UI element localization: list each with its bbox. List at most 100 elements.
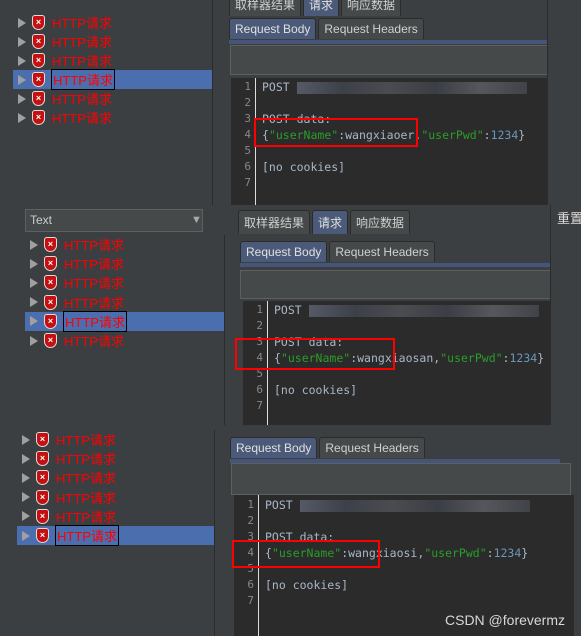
method: POST	[274, 303, 302, 317]
tab-request-headers[interactable]: Request Headers	[329, 241, 435, 262]
json-key: "userPwd"	[440, 351, 503, 365]
expand-arrow-icon[interactable]	[22, 453, 30, 464]
code-line: POST	[265, 498, 530, 512]
tree-item[interactable]: × HTTP请求	[13, 69, 212, 90]
tab-request-headers[interactable]: Request Headers	[318, 18, 424, 39]
tree-item-label: HTTP请求	[56, 433, 116, 448]
tree-item-label: HTTP请求	[56, 509, 116, 525]
line-number: 1	[256, 303, 263, 316]
expand-arrow-icon[interactable]	[22, 434, 30, 445]
tab-request-body[interactable]: Request Body	[240, 241, 328, 262]
tree-item-label: HTTP请求	[56, 452, 116, 468]
method: POST	[265, 498, 293, 512]
screenshot-1: × HTTP请求 × HTTP请求 × HTTP请求 × HTTP请求 × HTTP请求 × HTTP…	[0, 0, 581, 205]
tab-sampler-result[interactable]: 取样器结果	[229, 0, 302, 16]
side-panel: 重置	[550, 205, 581, 425]
expand-arrow-icon[interactable]	[30, 316, 38, 327]
tab-request[interactable]: 请求	[303, 0, 340, 16]
expand-arrow-icon[interactable]	[22, 492, 30, 503]
tree-item-label: HTTP请求	[52, 35, 112, 50]
expand-arrow-icon[interactable]	[30, 239, 38, 250]
tree-item[interactable]: × HTTP请求	[13, 108, 212, 127]
tree-item[interactable]: × HTTP请求	[17, 449, 214, 468]
tab-underline	[240, 263, 570, 267]
tree-item[interactable]: × HTTP请求	[25, 310, 224, 332]
tree-item[interactable]: × HTTP请求	[17, 507, 214, 526]
tree-item[interactable]: × HTTP请求	[17, 430, 214, 449]
tab-request-body[interactable]: Request Body	[229, 18, 317, 39]
expand-arrow-icon[interactable]	[30, 297, 38, 308]
tree-item[interactable]: × HTTP请求	[13, 13, 212, 32]
shield-error-icon: ×	[44, 256, 57, 272]
shield-error-icon: ×	[36, 508, 49, 524]
shield-error-icon: ×	[36, 489, 49, 505]
tab-response-data[interactable]: 响应数据	[350, 210, 411, 234]
expand-arrow-icon[interactable]	[30, 258, 38, 269]
request-subtabs: Request Body Request Headers	[230, 437, 425, 458]
expand-arrow-icon[interactable]	[22, 530, 30, 541]
shield-error-icon: ×	[44, 275, 57, 291]
tree-item[interactable]: × HTTP请求	[25, 331, 224, 350]
tab-request-headers[interactable]: Request Headers	[319, 437, 425, 458]
shield-error-icon: ×	[32, 34, 45, 49]
password-value: 1234	[490, 128, 519, 142]
tree-item[interactable]: × HTTP请求	[17, 468, 214, 487]
tree-item-label: HTTP请求	[52, 92, 112, 107]
tab-underline	[229, 40, 559, 44]
expand-arrow-icon[interactable]	[30, 335, 38, 346]
tab-sampler-result[interactable]: 取样器结果	[238, 210, 311, 234]
result-tabs: 取样器结果 请求 响应数据	[238, 210, 411, 234]
tree-item[interactable]: × HTTP请求	[25, 254, 224, 273]
line-number: 1	[247, 498, 254, 511]
renderer-select[interactable]: Text	[25, 209, 203, 232]
line-number: 6	[256, 383, 263, 396]
expand-arrow-icon[interactable]	[18, 17, 26, 28]
highlight-box	[235, 338, 395, 370]
tree-item[interactable]: × HTTP请求	[13, 32, 212, 51]
shield-error-icon: ×	[32, 110, 45, 125]
shield-error-icon: ×	[36, 528, 49, 543]
highlight-box	[254, 118, 418, 147]
expand-arrow-icon[interactable]	[18, 112, 26, 123]
dropdown-arrow-icon[interactable]: ▼	[191, 214, 202, 226]
expand-arrow-icon[interactable]	[18, 93, 26, 104]
code-line: [no cookies]	[262, 160, 345, 174]
results-tree: × HTTP请求 × HTTP请求 × HTTP请求 × HTTP请求 × HTTP请求 × HTTP…	[17, 430, 215, 636]
expand-arrow-icon[interactable]	[30, 277, 38, 288]
expand-arrow-icon[interactable]	[22, 511, 30, 522]
tree-item-label: HTTP请求	[51, 69, 115, 90]
tree-item[interactable]: × HTTP请求	[13, 51, 212, 70]
tree-item[interactable]: × HTTP请求	[17, 525, 214, 546]
line-number: 2	[256, 319, 263, 332]
reset-button[interactable]: 重置	[557, 208, 581, 227]
expand-arrow-icon[interactable]	[18, 74, 26, 85]
tree-item-label: HTTP请求	[64, 295, 124, 311]
code-text: [no cookies]	[262, 160, 346, 174]
tree-item[interactable]: × HTTP请求	[13, 89, 212, 108]
line-number: 7	[244, 176, 251, 189]
code-line: [no cookies]	[274, 383, 357, 397]
expand-arrow-icon[interactable]	[18, 55, 26, 66]
expand-arrow-icon[interactable]	[22, 472, 30, 483]
code-line: POST	[274, 303, 539, 317]
expand-arrow-icon[interactable]	[18, 36, 26, 47]
tab-request-body[interactable]: Request Body	[230, 437, 318, 458]
result-tabs: 取样器结果 请求 响应数据	[229, 0, 402, 16]
tree-item-label: HTTP请求	[64, 276, 124, 292]
tree-item[interactable]: × HTTP请求	[17, 488, 214, 507]
line-number: 2	[244, 96, 251, 109]
tree-item[interactable]: × HTTP请求	[25, 273, 224, 292]
tree-item[interactable]: × HTTP请求	[25, 235, 224, 254]
highlight-box	[232, 540, 380, 568]
tab-response-data[interactable]: 响应数据	[341, 0, 402, 16]
shield-error-icon: ×	[44, 333, 57, 348]
tree-item-label: HTTP请求	[64, 334, 124, 349]
tab-request[interactable]: 请求	[312, 210, 349, 234]
line-number: 6	[247, 578, 254, 591]
shield-error-icon: ×	[32, 15, 45, 30]
shield-error-icon: ×	[36, 470, 49, 486]
line-number: 7	[247, 594, 254, 607]
shield-error-icon: ×	[36, 451, 49, 467]
tree-item[interactable]: × HTTP请求	[25, 293, 224, 312]
line-number: 5	[244, 144, 251, 157]
